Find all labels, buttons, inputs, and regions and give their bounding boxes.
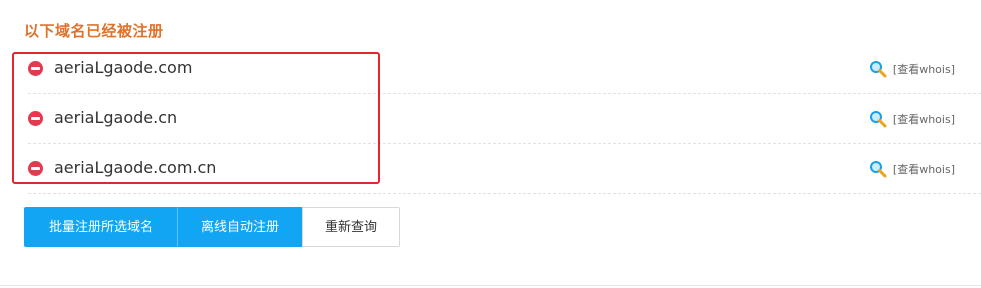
domain-row: aeriaLgaode.cn [查看whois] xyxy=(28,94,981,144)
no-entry-icon xyxy=(28,111,43,126)
bottom-divider xyxy=(0,285,981,286)
whois-label[interactable]: [查看whois] xyxy=(893,161,955,177)
whois-link[interactable]: [查看whois] xyxy=(869,160,955,178)
domain-name: aeriaLgaode.com.cn xyxy=(54,158,217,177)
search-icon xyxy=(869,161,887,178)
registered-section-title: 以下域名已经被注册 xyxy=(24,22,164,40)
domain-name: aeriaLgaode.cn xyxy=(54,108,178,127)
action-button-group: 批量注册所选域名 离线自动注册 重新查询 xyxy=(24,207,400,247)
whois-label[interactable]: [查看whois] xyxy=(893,111,955,127)
batch-register-button[interactable]: 批量注册所选域名 xyxy=(24,207,178,247)
domain-row: aeriaLgaode.com.cn [查看whois] xyxy=(28,144,981,194)
no-entry-icon xyxy=(28,61,43,76)
domain-row: aeriaLgaode.com [查看whois] xyxy=(28,44,981,94)
domain-name: aeriaLgaode.com xyxy=(54,58,193,77)
search-icon xyxy=(869,61,887,78)
domain-result-panel: 以下域名已经被注册 aeriaLgaode.com [查看whois] aeri… xyxy=(0,0,981,288)
whois-link[interactable]: [查看whois] xyxy=(869,60,955,78)
no-entry-icon xyxy=(28,161,43,176)
offline-register-button[interactable]: 离线自动注册 xyxy=(178,207,302,247)
whois-link[interactable]: [查看whois] xyxy=(869,110,955,128)
search-icon xyxy=(869,111,887,128)
requery-button[interactable]: 重新查询 xyxy=(302,207,400,247)
whois-label[interactable]: [查看whois] xyxy=(893,61,955,77)
registered-domain-list: aeriaLgaode.com [查看whois] aeriaLgaode.cn… xyxy=(28,44,981,194)
